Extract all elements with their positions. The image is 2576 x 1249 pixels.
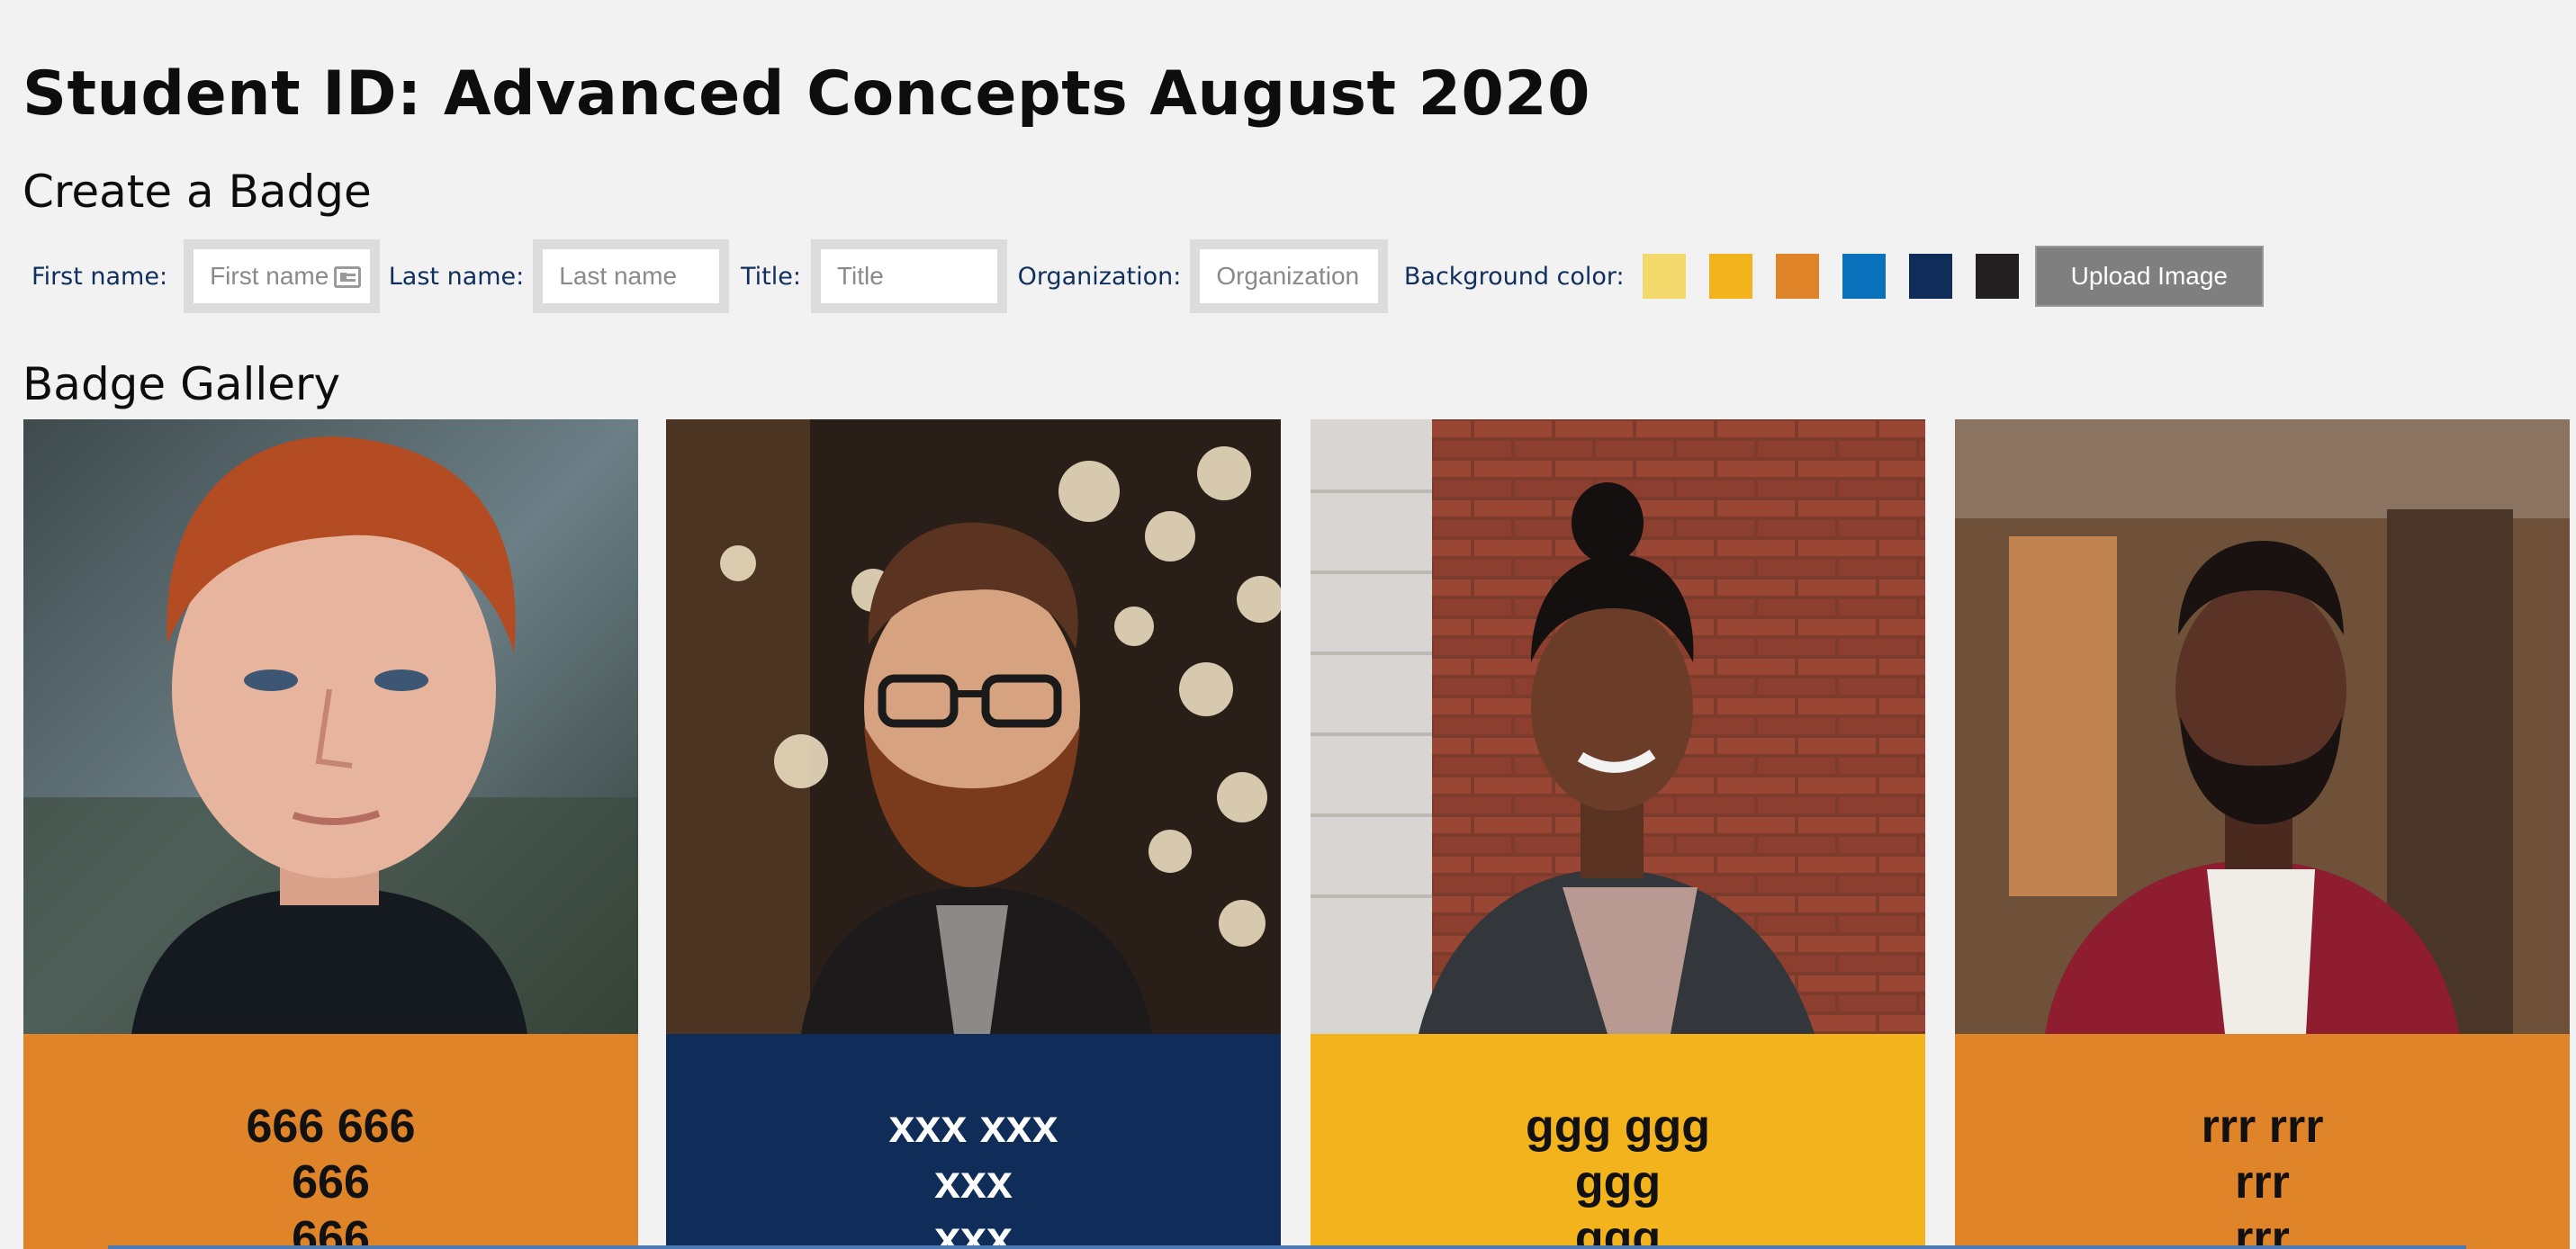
badge-photo: [23, 419, 638, 1034]
badge-card: xxx xxx xxx xxx: [666, 419, 1281, 1249]
badge-form: First name: First name Last name: Last n…: [32, 239, 2264, 313]
organization-placeholder: Organization: [1216, 262, 1360, 290]
organization-label: Organization:: [1017, 262, 1182, 291]
color-swatch-blue[interactable]: [1842, 254, 1886, 299]
page-title: Student ID: Advanced Concepts August 202…: [23, 58, 1590, 130]
background-color-label: Background color:: [1403, 262, 1625, 291]
title-input[interactable]: Title: [810, 239, 1007, 313]
badge-name-area: 666 666 666 666: [23, 1034, 638, 1249]
color-swatch-orange[interactable]: [1775, 254, 1819, 299]
badge-name-line: rrr rrr: [2201, 1101, 2324, 1153]
bottom-edge-divider: [108, 1245, 2466, 1249]
badge-name-line: ggg ggg: [1525, 1101, 1711, 1153]
contact-card-icon[interactable]: [333, 266, 361, 288]
badge-title-line: ggg: [1574, 1156, 1662, 1209]
badge-name-line: xxx xxx: [888, 1101, 1058, 1153]
badge-card: rrr rrr rrr rrr: [1955, 419, 2570, 1249]
badge-card: ggg ggg ggg ggg: [1311, 419, 1925, 1249]
title-label: Title:: [740, 262, 801, 291]
badge-org-line: rrr: [2235, 1212, 2290, 1249]
badge-card: 666 666 666 666: [23, 419, 638, 1249]
badge-photo: [1311, 419, 1925, 1034]
first-name-input[interactable]: First name: [184, 239, 380, 313]
badge-org-line: ggg: [1574, 1212, 1662, 1249]
badge-name-line: 666 666: [246, 1101, 416, 1153]
first-name-placeholder: First name: [210, 262, 329, 290]
organization-input[interactable]: Organization: [1190, 239, 1388, 313]
badge-name-area: ggg ggg ggg ggg: [1311, 1034, 1925, 1249]
badge-title-line: rrr: [2235, 1156, 2290, 1209]
last-name-label: Last name:: [388, 262, 525, 291]
badge-org-line: xxx: [934, 1212, 1013, 1249]
badge-photo: [1955, 419, 2570, 1034]
badge-gallery-heading: Badge Gallery: [23, 358, 341, 410]
badge-name-area: rrr rrr rrr rrr: [1955, 1034, 2570, 1249]
badge-title-line: xxx: [934, 1156, 1013, 1209]
color-swatch-navy[interactable]: [1908, 254, 1952, 299]
badge-photo: [666, 419, 1281, 1034]
create-badge-heading: Create a Badge: [23, 166, 372, 218]
color-swatch-black[interactable]: [1975, 254, 2019, 299]
portrait-woman-brick-wall: [1311, 419, 1925, 1034]
badge-org-line: 666: [292, 1212, 370, 1249]
badge-title-line: 666: [292, 1156, 370, 1209]
first-name-label: First name:: [32, 262, 168, 291]
badge-name-area: xxx xxx xxx xxx: [666, 1034, 1281, 1249]
title-placeholder: Title: [836, 262, 884, 290]
upload-image-button[interactable]: Upload Image: [2034, 246, 2264, 307]
color-swatch-gold[interactable]: [1708, 254, 1752, 299]
last-name-placeholder: Last name: [559, 262, 678, 290]
portrait-red-haired-man: [23, 419, 638, 1034]
portrait-bearded-man-glasses: [666, 419, 1281, 1034]
portrait-man-red-jacket: [1955, 419, 2570, 1034]
last-name-input[interactable]: Last name: [533, 239, 729, 313]
color-swatch-light-yellow[interactable]: [1642, 254, 1686, 299]
